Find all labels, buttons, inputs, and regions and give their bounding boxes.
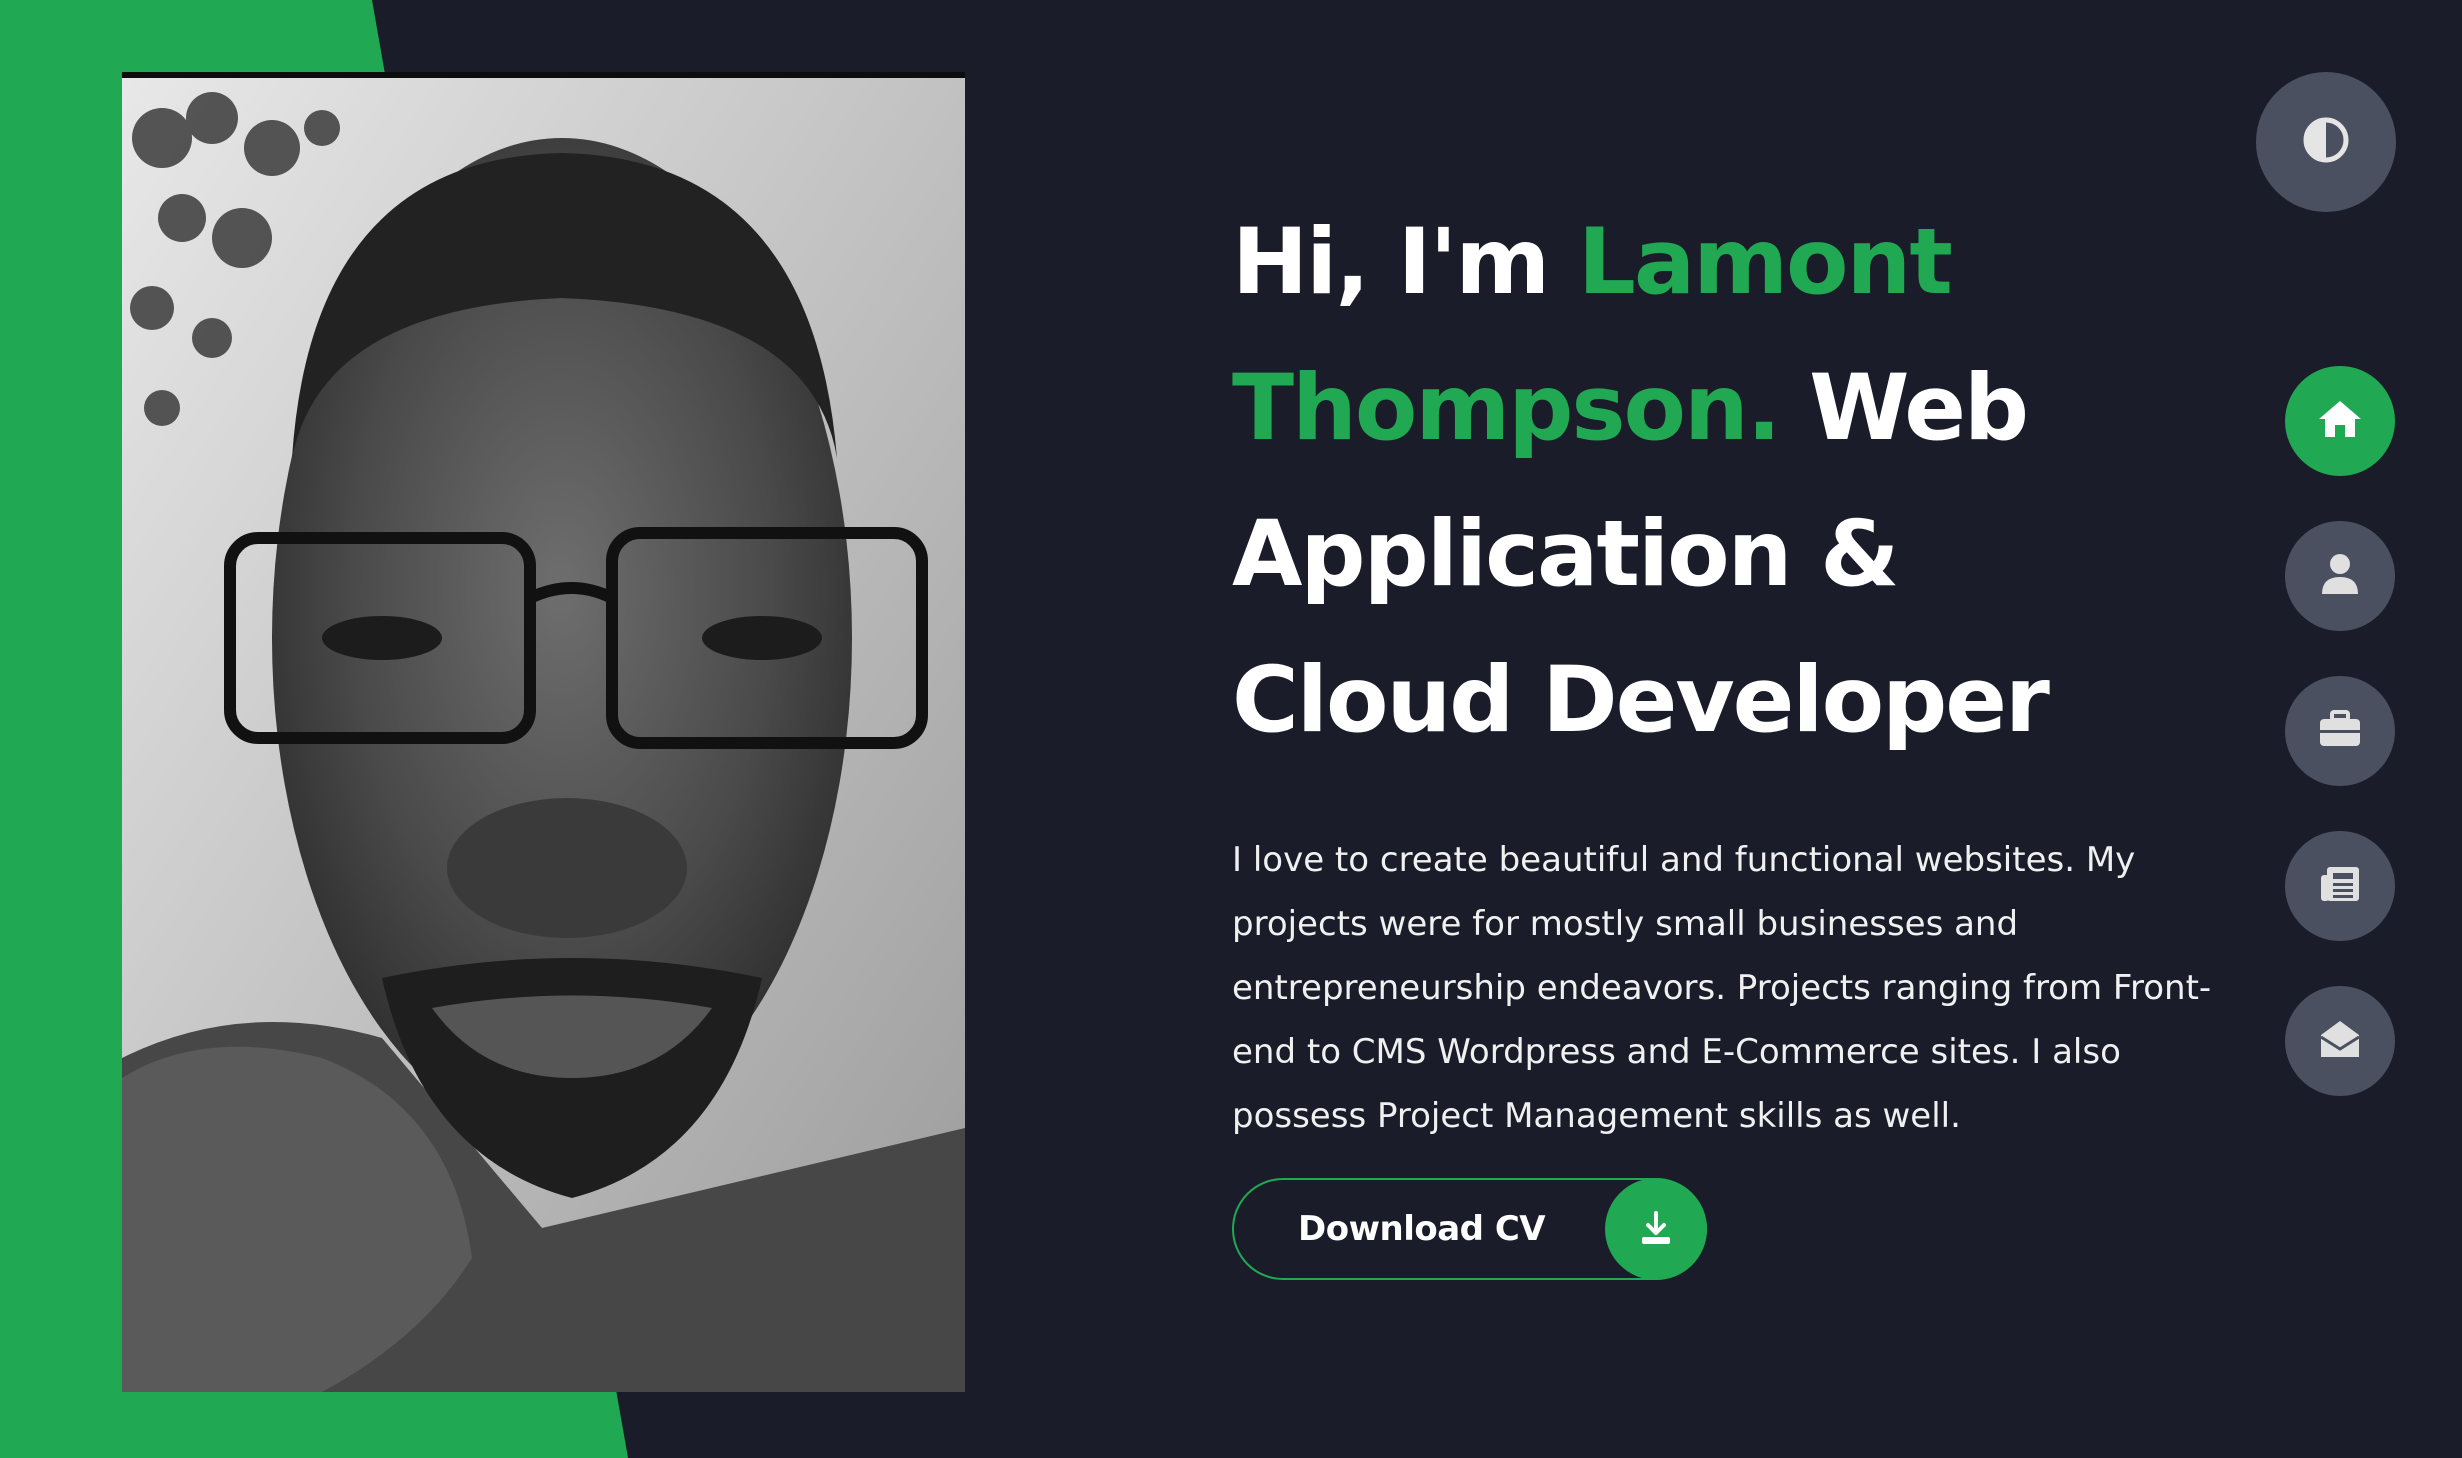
page-title: Hi, I'm Lamont Thompson. Web Application…: [1232, 190, 2192, 774]
contrast-icon: [2302, 116, 2350, 168]
side-nav: [2285, 366, 2395, 1141]
user-icon: [2320, 553, 2360, 599]
download-icon: [1605, 1178, 1707, 1280]
name-first: Lamont: [1577, 210, 1953, 315]
download-cv-label: Download CV: [1298, 1209, 1546, 1249]
theme-toggle-button[interactable]: [2256, 72, 2396, 212]
home-icon: [2317, 399, 2363, 443]
hero-section: Hi, I'm Lamont Thompson. Web Application…: [1232, 190, 2211, 1148]
role-line-3: Cloud Developer: [1232, 648, 2050, 753]
nav-about-button[interactable]: [2285, 521, 2395, 631]
nav-home-button[interactable]: [2285, 366, 2395, 476]
nav-portfolio-button[interactable]: [2285, 676, 2395, 786]
nav-blog-button[interactable]: [2285, 831, 2395, 941]
envelope-open-icon: [2319, 1019, 2361, 1063]
newspaper-icon: [2319, 865, 2361, 907]
briefcase-icon: [2318, 710, 2362, 752]
profile-photo: [122, 72, 965, 1392]
nav-contact-button[interactable]: [2285, 986, 2395, 1096]
greeting-text: Hi, I'm: [1232, 210, 1578, 315]
name-last: Thompson.: [1232, 356, 1781, 461]
role-line-1: Web: [1809, 356, 2029, 461]
role-line-2: Application &: [1232, 502, 1899, 607]
intro-paragraph: I love to create beautiful and functiona…: [1232, 840, 2212, 1136]
download-cv-button[interactable]: Download CV: [1232, 1178, 1707, 1280]
